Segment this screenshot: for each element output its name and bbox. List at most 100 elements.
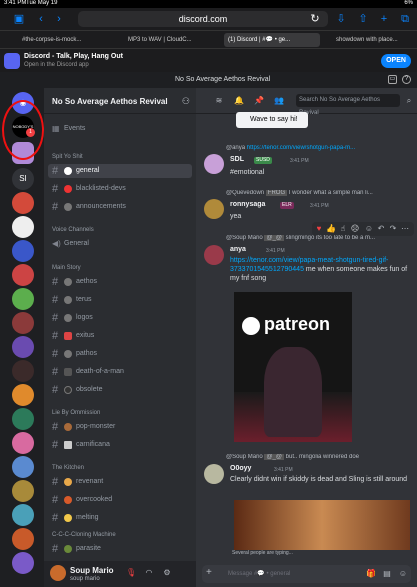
channel-death-of-a-man[interactable]: # death-of-a-man	[48, 365, 192, 379]
invite-icon[interactable]: ⚇	[182, 96, 190, 107]
channel-announcements[interactable]: # announcements	[48, 200, 192, 214]
category-spit-yo-shit[interactable]: Spit Yo Shit	[52, 154, 83, 160]
channel-logos[interactable]: # logos	[48, 311, 192, 325]
server-icon[interactable]	[12, 480, 34, 502]
server-icon[interactable]	[12, 384, 34, 406]
channel-blacklisted-devs[interactable]: # blacklisted-devs	[48, 182, 192, 196]
server-icon[interactable]	[12, 288, 34, 310]
channel-revenant[interactable]: # revenant	[48, 475, 192, 489]
channel-overcooked[interactable]: # overcooked	[48, 493, 192, 507]
new-tab-icon[interactable]: +	[377, 12, 391, 26]
settings-gear-icon[interactable]: ⚙	[162, 568, 172, 578]
channel-carnificana[interactable]: # carnificana	[48, 438, 192, 452]
category-the-kitchen[interactable]: The Kitchen	[52, 465, 84, 471]
notification-bell-icon[interactable]: 🔔	[234, 96, 244, 106]
channel-parasite[interactable]: # parasite	[48, 542, 192, 556]
avatar[interactable]	[204, 245, 224, 265]
server-title-strip: No So Average Aethos Revival ▭ ?	[0, 72, 417, 88]
reply-icon[interactable]: ↶	[376, 224, 386, 234]
gift-icon[interactable]: 🎁	[366, 569, 376, 579]
channel-exitus[interactable]: # exitus	[48, 329, 192, 343]
category-cloning-machine[interactable]: C-C-C-Cloning Machine	[52, 532, 116, 538]
heart-icon[interactable]: ♥	[314, 224, 324, 234]
channel-voice-general[interactable]: ◀) General	[48, 237, 192, 251]
server-si[interactable]: SI	[12, 168, 34, 190]
events-item[interactable]: ▦ Events	[48, 122, 192, 136]
server-icon[interactable]	[12, 456, 34, 478]
server-icon[interactable]	[12, 192, 34, 214]
address-bar[interactable]: discord.com	[78, 11, 328, 27]
thumbs-up-icon[interactable]: 👍	[326, 224, 336, 234]
emoji-icon[interactable]: ☺	[398, 569, 408, 579]
threads-icon[interactable]: ≋	[214, 96, 224, 106]
server-icon[interactable]	[12, 360, 34, 382]
server-icon[interactable]	[12, 312, 34, 334]
search-icon[interactable]: ⌕	[404, 96, 414, 106]
headphones-icon[interactable]: ◠	[144, 568, 154, 578]
red-annotation-circle	[2, 100, 44, 160]
avatar[interactable]	[204, 154, 224, 174]
message-author[interactable]: ronnysaga	[230, 201, 265, 208]
share-icon[interactable]: ⇧	[356, 12, 370, 26]
server-header[interactable]: No So Average Aethos Revival ⚇	[44, 88, 196, 114]
help-icon[interactable]: ?	[402, 75, 411, 84]
gif-icon[interactable]: ▤	[382, 569, 392, 579]
crying-icon[interactable]: ☹	[350, 224, 360, 234]
reply-preview[interactable]: @anya https://tenor.com/view/shotgun-pap…	[226, 145, 355, 151]
attach-plus-icon[interactable]: +	[206, 567, 212, 578]
channel-terus[interactable]: # terus	[48, 293, 192, 307]
server-icon[interactable]	[12, 552, 34, 574]
server-icon[interactable]	[12, 408, 34, 430]
category-voice[interactable]: Voice Channels	[52, 227, 94, 233]
pin-icon[interactable]: 📌	[254, 96, 264, 106]
add-reaction-icon[interactable]: ☺	[364, 224, 374, 234]
back-icon[interactable]: ‹	[34, 12, 48, 26]
server-icon[interactable]	[12, 216, 34, 238]
tab-overview-icon[interactable]: ⧉	[398, 12, 412, 26]
forward-icon[interactable]: ›	[52, 12, 66, 26]
avatar[interactable]	[204, 199, 224, 219]
server-icon[interactable]	[12, 432, 34, 454]
tab-3-active[interactable]: (1) Discord | #💬 • ge...	[224, 33, 320, 47]
search-input[interactable]: Search No So Average Aethos Revival	[296, 94, 400, 116]
channel-general[interactable]: # general	[48, 164, 192, 178]
embed-figure	[264, 347, 322, 437]
more-icon[interactable]: ⋯	[400, 224, 410, 234]
reply-preview[interactable]: @Quevedown FROG I wonder what a simple m…	[226, 190, 373, 196]
message-author[interactable]: SDL	[230, 156, 244, 163]
server-icon[interactable]	[12, 264, 34, 286]
members-icon[interactable]: 👥	[274, 96, 284, 106]
avatar[interactable]	[204, 464, 224, 484]
mute-mic-icon[interactable]: 🎙	[126, 568, 136, 578]
message-author[interactable]: anya	[230, 246, 246, 253]
server-icon[interactable]	[12, 240, 34, 262]
channel-pathos[interactable]: # pathos	[48, 347, 192, 361]
message-author[interactable]: O0oyy	[230, 465, 251, 472]
sidebar-toggle-icon[interactable]: ▣	[12, 12, 26, 26]
category-lie-by-ommission[interactable]: Lie By Ommission	[52, 410, 100, 416]
channel-aethos[interactable]: # aethos	[48, 275, 192, 289]
tab-2[interactable]: MP3 to WAV | CloudC...	[124, 33, 214, 47]
point-up-icon[interactable]: ☝	[338, 224, 348, 234]
tab-4[interactable]: showdown with place...	[332, 33, 416, 47]
server-icon[interactable]	[12, 504, 34, 526]
forward-icon[interactable]: ↷	[388, 224, 398, 234]
server-icon[interactable]	[12, 336, 34, 358]
gif-embed[interactable]: patreon	[234, 292, 352, 442]
wave-button[interactable]: Wave to say hi!	[236, 112, 308, 128]
reply-preview[interactable]: @Soup Mario @_@ slingmingo its too late …	[226, 235, 375, 241]
hash-icon: #	[52, 366, 59, 378]
image-embed[interactable]	[234, 500, 410, 550]
reload-icon[interactable]: ↻	[308, 12, 322, 26]
reply-preview[interactable]: @Soup Mario @_@ but.. mingolia winnered …	[226, 454, 359, 460]
download-icon[interactable]: ⇩	[334, 12, 348, 26]
open-app-button[interactable]: OPEN	[381, 54, 411, 68]
channel-melting[interactable]: # melting	[48, 511, 192, 525]
avatar[interactable]	[50, 565, 66, 581]
channel-obsolete[interactable]: # obsolete	[48, 383, 192, 397]
inbox-icon[interactable]: ▭	[388, 75, 397, 84]
channel-pop-monster[interactable]: # pop-monster	[48, 420, 192, 434]
server-icon[interactable]	[12, 528, 34, 550]
category-main-story[interactable]: Main Story	[52, 265, 81, 271]
tab-1[interactable]: #the-corpse-is-mock...	[18, 33, 108, 47]
